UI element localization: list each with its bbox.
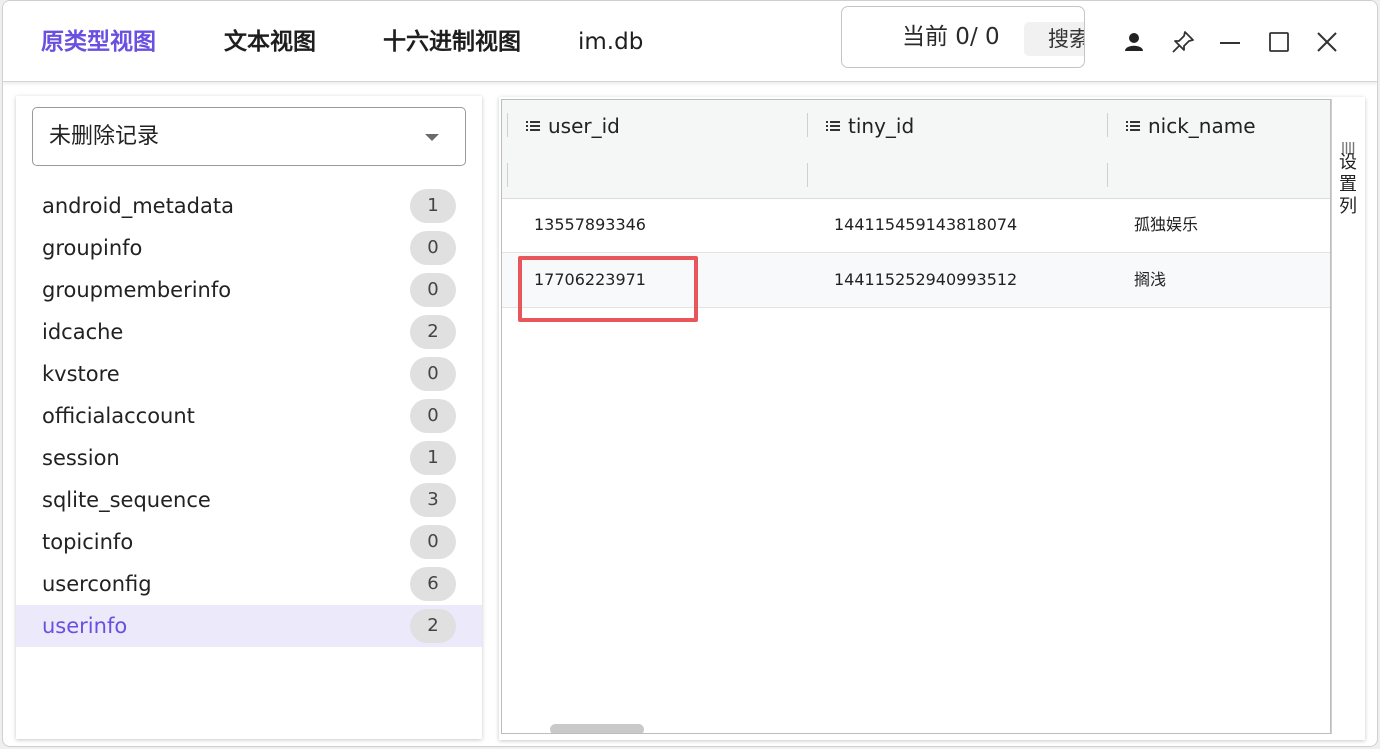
column-menu-icon [526,120,540,132]
table-list-item[interactable]: session 1 [16,437,482,479]
row-count-badge: 0 [410,273,456,307]
pin-icon[interactable] [1170,29,1196,55]
row-count-badge: 6 [410,567,456,601]
table-list-item[interactable]: idcache 2 [16,311,482,353]
tab-text-view[interactable]: 文本视图 [224,27,316,57]
db-file-name: im.db [578,29,644,55]
grid-viewport: user_id tiny_id nick_name 13557893346 14411… [501,99,1331,734]
record-filter-value: 未删除记录 [49,124,160,149]
column-menu-icon [1126,120,1140,132]
column-header[interactable]: tiny_id [826,112,914,140]
table-name: topicinfo [42,530,134,554]
row-count-badge: 1 [410,189,456,223]
column-filter-row [502,152,1330,199]
table-list: android_metadata 1 groupinfo 0 groupmemberin… [16,185,482,647]
table-list-item[interactable]: sqlite_sequence 3 [16,479,482,521]
column-header-label: tiny_id [848,114,915,138]
highlight-annotation [518,256,698,322]
data-grid: user_id tiny_id nick_name 13557893346 14411… [499,97,1365,740]
column-header-label: nick_name [1148,114,1256,138]
table-list-item[interactable]: kvstore 0 [16,353,482,395]
header-bar: 原类型视图 文本视图 十六进制视图 im.db 当前 0/ 0 搜索 [3,1,1377,82]
column-header-label: user_id [548,114,620,138]
row-count-badge: 0 [410,399,456,433]
table-list-item[interactable]: android_metadata 1 [16,185,482,227]
table-name: userinfo [42,614,128,638]
column-settings-panel-toggle[interactable]: 设置列 [1331,99,1364,734]
tab-hex-view[interactable]: 十六进制视图 [383,27,521,57]
maximize-icon[interactable] [1266,29,1292,55]
table-list-item[interactable]: userinfo 2 [16,605,482,647]
table-name: officialaccount [42,404,195,428]
column-header-row: user_id tiny_id nick_name [502,100,1330,153]
row-count-badge: 2 [410,315,456,349]
row-count-badge: 0 [410,357,456,391]
table-cell[interactable]: 13557893346 [534,214,646,236]
table-list-item[interactable]: groupinfo 0 [16,227,482,269]
table-row[interactable]: 13557893346 144115459143818074 孤独娱乐 [502,198,1330,253]
row-count-badge: 0 [410,525,456,559]
table-name: groupmemberinfo [42,278,232,302]
chevron-down-icon [425,134,439,141]
user-icon[interactable] [1121,29,1147,55]
table-cell[interactable]: 144115252940993512 [834,269,1017,291]
column-header[interactable]: nick_name [1126,112,1256,140]
row-count-badge: 0 [410,231,456,265]
column-separator [507,163,508,187]
table-name: kvstore [42,362,120,386]
app-window: 原类型视图 文本视图 十六进制视图 im.db 当前 0/ 0 搜索 未删除记录 [2,0,1378,747]
table-sidebar: 未删除记录 android_metadata 1 groupinfo 0 groupme… [16,96,482,739]
horizontal-scrollbar[interactable] [550,724,644,733]
table-list-item[interactable]: topicinfo 0 [16,521,482,563]
column-settings-label: 设置列 [1339,152,1357,217]
table-list-item[interactable]: officialaccount 0 [16,395,482,437]
table-cell[interactable]: 144115459143818074 [834,214,1017,236]
column-separator [807,163,808,187]
search-box[interactable]: 当前 0/ 0 搜索 [841,6,1085,68]
column-header[interactable]: user_id [526,112,620,140]
row-count-badge: 3 [410,483,456,517]
table-name: groupinfo [42,236,143,260]
table-cell[interactable]: 搁浅 [1134,269,1166,291]
row-count-badge: 2 [410,609,456,643]
search-match-status: 当前 0/ 0 [902,24,1000,50]
minimize-icon[interactable] [1217,29,1243,55]
search-button[interactable]: 搜索 [1024,22,1084,56]
table-list-item[interactable]: userconfig 6 [16,563,482,605]
table-list-item[interactable]: groupmemberinfo 0 [16,269,482,311]
column-separator[interactable] [807,113,808,137]
column-separator[interactable] [507,113,508,137]
record-filter-select[interactable]: 未删除记录 [32,107,466,166]
table-cell[interactable]: 孤独娱乐 [1134,214,1198,236]
close-icon[interactable] [1314,29,1340,55]
column-separator [1107,163,1108,187]
table-name: session [42,446,120,470]
table-name: idcache [42,320,124,344]
column-separator[interactable] [1107,113,1108,137]
columns-icon [1341,139,1355,154]
table-name: userconfig [42,572,152,596]
table-name: sqlite_sequence [42,488,211,512]
table-name: android_metadata [42,194,234,218]
column-menu-icon [826,120,840,132]
row-count-badge: 1 [410,441,456,475]
tab-raw-type-view[interactable]: 原类型视图 [41,27,156,57]
